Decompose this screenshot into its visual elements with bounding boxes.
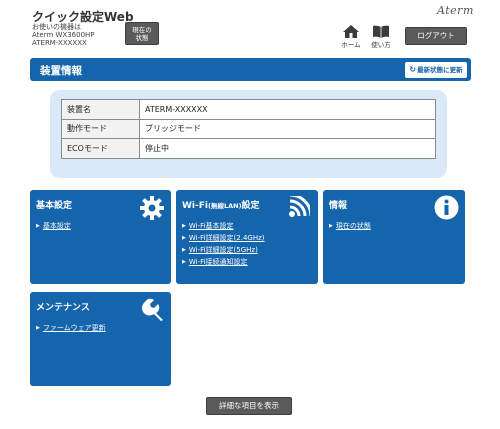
table-key: 動作モード — [61, 118, 140, 139]
table-row: ECOモード 停止中 — [61, 138, 436, 159]
header: クイック設定Web お使いの機器は Aterm WX3600HP ATERM-X… — [0, 0, 500, 52]
link-current-status-label[interactable]: 現在の状態 — [336, 222, 371, 230]
device-info-box: 装置名 ATERM-XXXXXX 動作モード ブリッジモード ECOモード 停止… — [50, 90, 447, 178]
table-key: 装置名 — [61, 99, 140, 120]
device-model: Aterm WX3600HP — [32, 31, 95, 39]
gear-icon — [140, 196, 164, 220]
arrow-icon: ▶ — [182, 235, 186, 241]
wifi-settings-links: ▶ Wi-Fi基本設定 ▶ Wi-Fi詳細設定(2.4GHz) ▶ Wi-Fi詳細設定… — [182, 220, 265, 268]
arrow-icon: ▶ — [329, 223, 333, 229]
info-title: 情報 — [329, 201, 348, 211]
arrow-icon: ▶ — [182, 259, 186, 265]
arrow-icon: ▶ — [182, 247, 186, 253]
logout-button[interactable]: ログアウト — [405, 27, 467, 45]
link-wifi-notify[interactable]: ▶ Wi-Fi接続通知設定 — [182, 256, 265, 268]
home-icon — [343, 25, 359, 38]
table-key: ECOモード — [61, 138, 140, 159]
device-label: お使いの機器は — [32, 23, 81, 31]
wifi-settings-title: Wi-Fi(無線LAN)設定 — [182, 198, 260, 211]
link-wifi-basic[interactable]: ▶ Wi-Fi基本設定 — [182, 220, 265, 232]
link-wifi-5ghz[interactable]: ▶ Wi-Fi詳細設定(5GHz) — [182, 244, 265, 256]
table-value: ATERM-XXXXXX — [139, 99, 436, 120]
basic-settings-links: ▶ 基本設定 — [36, 220, 71, 232]
nav-home[interactable]: ホーム — [338, 25, 364, 49]
link-wifi-24ghz-label[interactable]: Wi-Fi詳細設定(2.4GHz) — [189, 234, 265, 242]
link-wifi-basic-label[interactable]: Wi-Fi基本設定 — [189, 222, 234, 230]
table-row: 装置名 ATERM-XXXXXX — [61, 99, 436, 120]
wifi-title-main: Wi-Fi — [182, 201, 208, 211]
current-status-button[interactable]: 現在の状態 — [125, 22, 159, 45]
link-wifi-24ghz[interactable]: ▶ Wi-Fi詳細設定(2.4GHz) — [182, 232, 265, 244]
device-info-table: 装置名 ATERM-XXXXXX 動作モード ブリッジモード ECOモード 停止… — [61, 99, 436, 159]
arrow-icon: ▶ — [36, 223, 40, 229]
link-wifi-5ghz-label[interactable]: Wi-Fi詳細設定(5GHz) — [189, 246, 258, 254]
show-advanced-button[interactable]: 詳細な項目を表示 — [206, 397, 292, 415]
table-value: 停止中 — [139, 138, 436, 159]
arrow-icon: ▶ — [36, 325, 40, 331]
refresh-button[interactable]: ↻最新状態に更新 — [405, 62, 467, 78]
link-current-status[interactable]: ▶ 現在の状態 — [329, 220, 371, 232]
link-firmware-update[interactable]: ▶ ファームウェア更新 — [36, 322, 106, 334]
wifi-icon — [289, 196, 310, 217]
device-name: ATERM-XXXXXX — [32, 39, 87, 47]
wifi-title-small: (無線LAN) — [207, 202, 242, 210]
link-basic-settings-label[interactable]: 基本設定 — [43, 222, 71, 230]
info-icon — [434, 195, 459, 220]
maintenance-title: メンテナンス — [36, 303, 90, 313]
refresh-label: 最新状態に更新 — [417, 66, 463, 74]
wifi-settings-panel: Wi-Fi(無線LAN)設定 ▶ Wi-Fi基本設定 ▶ Wi-Fi詳細設定(2.4… — [176, 190, 318, 284]
maintenance-links: ▶ ファームウェア更新 — [36, 322, 106, 334]
brand-logo: Aterm — [437, 4, 474, 17]
link-wifi-notify-label[interactable]: Wi-Fi接続通知設定 — [189, 258, 248, 266]
link-basic-settings[interactable]: ▶ 基本設定 — [36, 220, 71, 232]
nav-home-label: ホーム — [341, 41, 361, 49]
refresh-icon: ↻ — [409, 65, 417, 74]
link-firmware-update-label[interactable]: ファームウェア更新 — [43, 324, 106, 332]
wifi-title-suffix: 設定 — [241, 201, 260, 211]
basic-settings-panel: 基本設定 ▶ 基本設定 — [30, 190, 171, 284]
table-row: 動作モード ブリッジモード — [61, 118, 436, 139]
basic-settings-title: 基本設定 — [36, 201, 73, 211]
table-value: ブリッジモード — [139, 118, 436, 139]
wrench-icon — [142, 298, 163, 321]
info-panel: 情報 ▶ 現在の状態 — [323, 190, 465, 284]
maintenance-panel: メンテナンス ▶ ファームウェア更新 — [30, 292, 171, 386]
nav-manual-label: 使い方 — [371, 41, 391, 49]
arrow-icon: ▶ — [182, 223, 186, 229]
info-links: ▶ 現在の状態 — [329, 220, 371, 232]
nav-manual[interactable]: 使い方 — [368, 25, 394, 49]
device-info-header: 装置情報 ↻最新状態に更新 — [30, 58, 471, 81]
device-info-title: 装置情報 — [40, 65, 82, 77]
book-icon — [373, 25, 389, 38]
